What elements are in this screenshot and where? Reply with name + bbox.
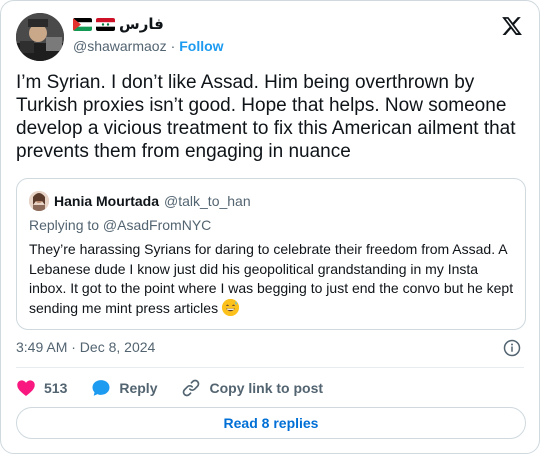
replying-to-label: Replying to @AsadFromNYC (29, 217, 212, 233)
separator-dot: · (170, 38, 176, 54)
link-icon (181, 378, 201, 398)
author-handle[interactable]: @shawarmaoz (73, 38, 167, 54)
tweet-header: فارس @shawarmaoz · Follow (16, 13, 525, 61)
quoted-author-avatar (29, 191, 49, 211)
follow-button[interactable]: Follow (179, 38, 223, 54)
quoted-tweet-text-wrap: They’re harassing Syrians for daring to … (29, 240, 517, 318)
author-handle-row: @shawarmaoz · Follow (73, 38, 224, 54)
like-count: 513 (44, 380, 68, 396)
author-display-name: فارس (119, 16, 164, 33)
reply-button[interactable]: Reply (91, 378, 157, 398)
grinning-sweat-emoji-icon (221, 298, 239, 316)
copy-link-label: Copy link to post (209, 380, 324, 396)
quoted-tweet[interactable]: Hania Mourtada @talk_to_han Replying to … (16, 178, 526, 330)
author-name-row[interactable]: فارس (73, 15, 164, 33)
like-button[interactable]: 513 (16, 378, 67, 398)
palestine-flag-icon (73, 17, 92, 31)
reply-label: Reply (119, 380, 158, 396)
copy-link-button[interactable]: Copy link to post (181, 378, 323, 398)
quoted-tweet-text: They’re harassing Syrians for daring to … (29, 241, 514, 316)
quoted-author-handle: @talk_to_han (164, 193, 251, 209)
heart-icon (16, 378, 36, 398)
author-avatar[interactable] (16, 13, 64, 61)
divider (16, 367, 524, 368)
tweet-embed-card: فارس @shawarmaoz · Follow I’m Syrian. I … (0, 0, 540, 454)
quoted-author-row: Hania Mourtada @talk_to_han (29, 191, 251, 211)
speech-bubble-icon (91, 378, 111, 398)
syria-flag-icon (96, 17, 115, 31)
tweet-text: I’m Syrian. I don’t like Assad. Him bein… (16, 72, 516, 162)
info-icon[interactable] (503, 339, 521, 357)
read-replies-button[interactable]: Read 8 replies (16, 407, 526, 439)
quoted-author-name: Hania Mourtada (54, 193, 160, 209)
tweet-timestamp[interactable]: 3:49 AM · Dec 8, 2024 (16, 339, 155, 355)
x-logo-icon[interactable] (501, 15, 523, 37)
action-bar: 513 Reply Copy link to post (16, 377, 347, 399)
